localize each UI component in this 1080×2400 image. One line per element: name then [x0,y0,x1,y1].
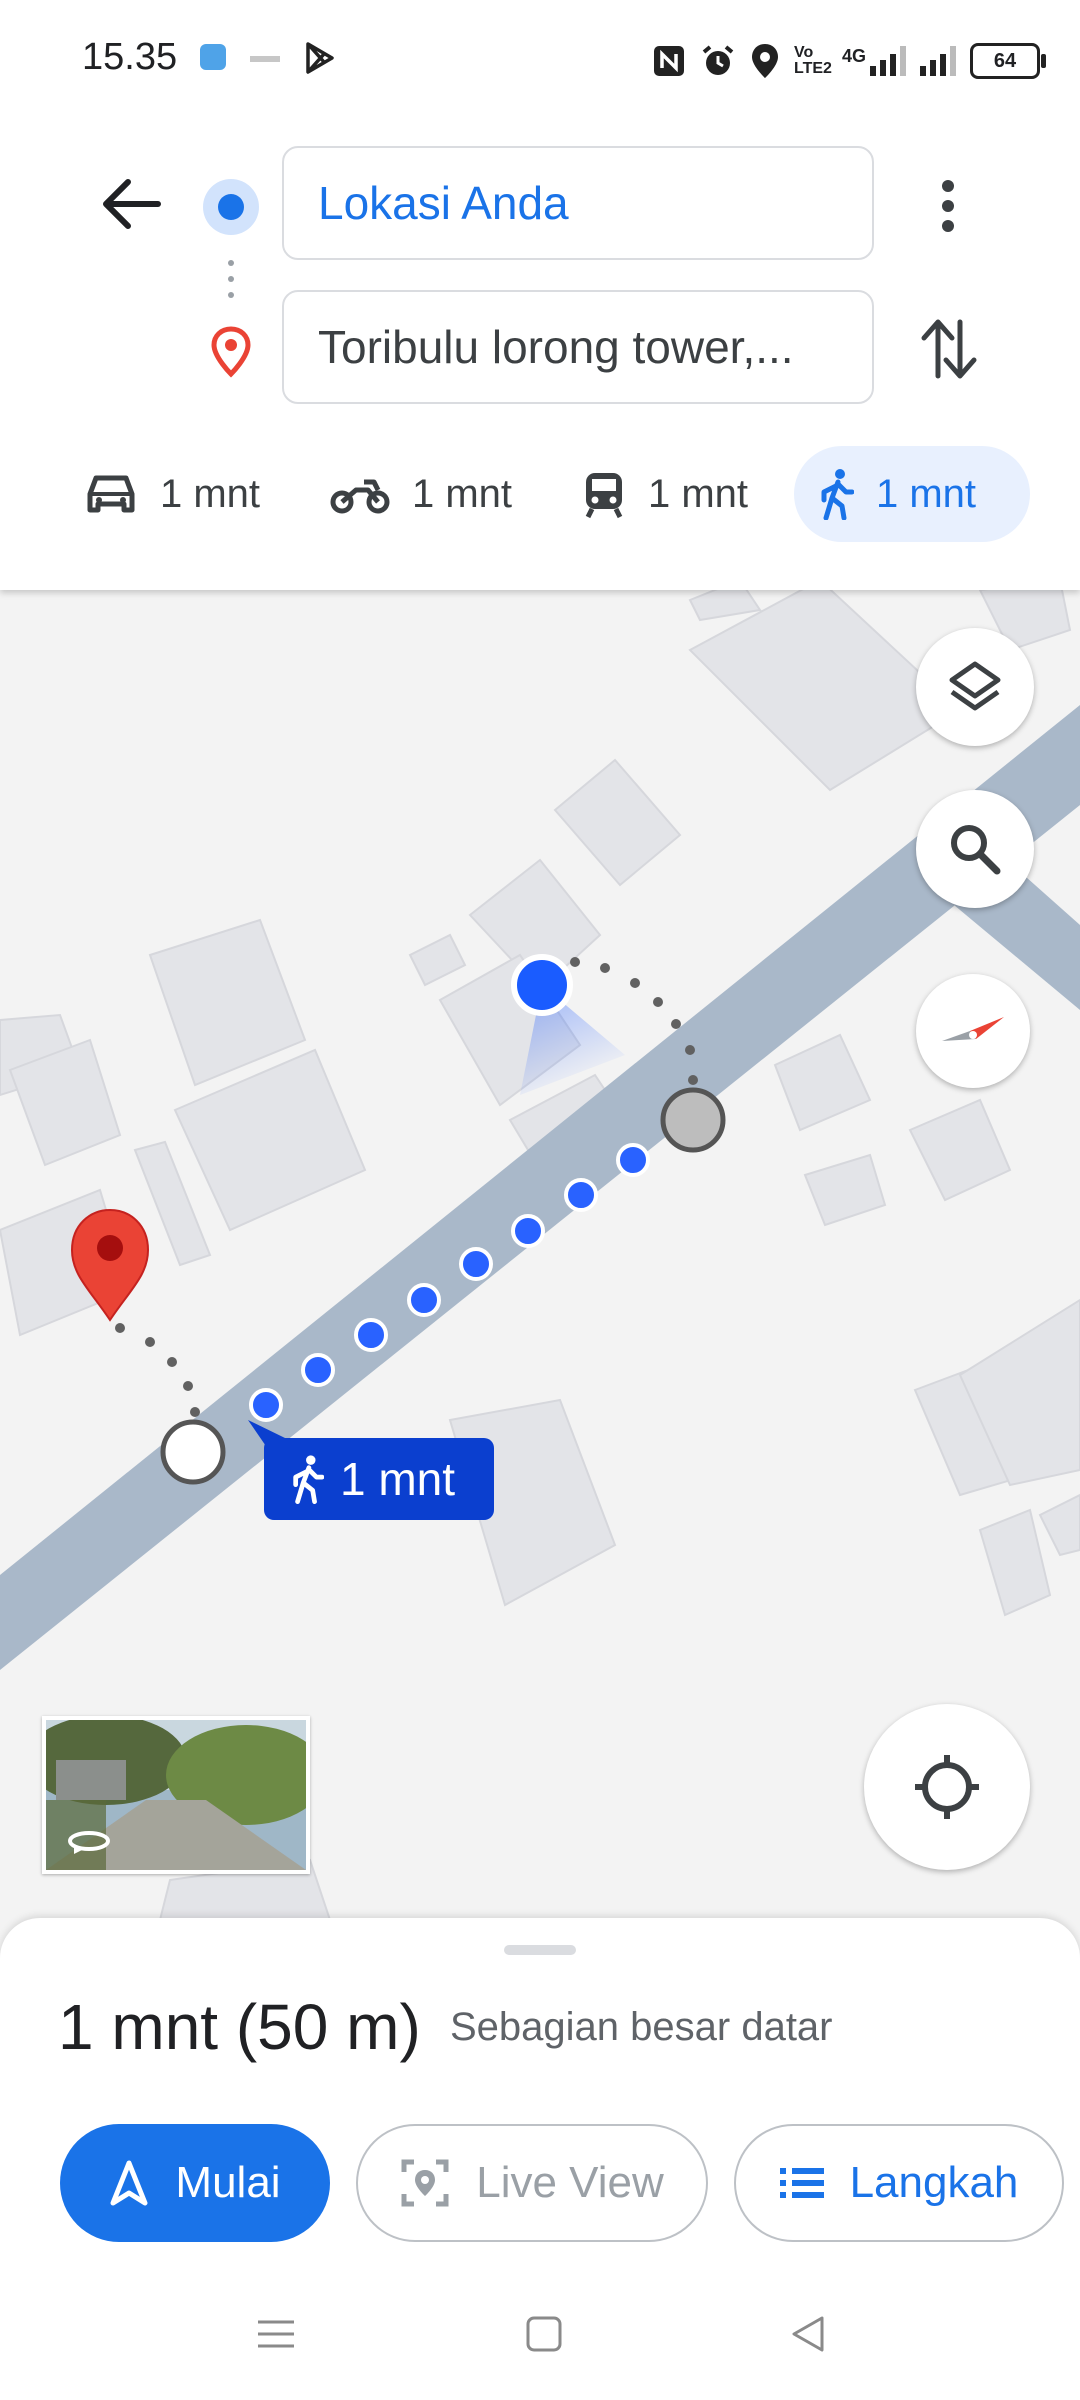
origin-input[interactable]: Lokasi Anda [282,146,874,260]
route-duration-distance: 1 mnt (50 m) [58,1991,421,2063]
route-terrain-note: Sebagian besar datar [450,2005,833,2049]
signal-icon-2 [920,46,956,76]
building [1038,1493,1080,1557]
walking-icon [293,1455,324,1504]
volte-icon: Vo LTE2 [793,44,832,77]
signal-icon: 4G [842,46,906,76]
building [908,1098,1012,1202]
current-location-dot [511,954,573,1016]
search-icon [951,825,1001,875]
live-view-button[interactable]: Live View [356,2124,708,2242]
status-bar: 15.35 Vo LTE2 4G 64 [0,0,1080,120]
route-time-label: 1 mnt [340,1453,456,1505]
steps-label: Langkah [849,2158,1019,2207]
mode-tab-walk[interactable]: 1 mnt [794,446,1030,542]
route-end-marker [660,1087,726,1153]
network-type-label: 4G [841,46,866,66]
building [688,590,762,622]
mode-motorcycle-time: 1 mnt [412,471,513,516]
building [408,933,467,987]
start-label: Mulai [175,2158,281,2207]
mode-transit-time: 1 mnt [648,471,749,516]
system-nav-bar [0,2270,1080,2400]
destination-input[interactable]: Toribulu lorong tower,... [282,290,874,404]
route-connector-dots [228,260,234,298]
start-button[interactable]: Mulai [60,2124,330,2242]
app-notification-icon [250,56,280,62]
mode-tab-motorcycle[interactable]: 1 mnt [306,446,536,542]
sheet-drag-handle[interactable] [504,1945,576,1955]
car-icon [87,475,135,513]
my-location-button[interactable] [864,1704,1030,1870]
battery-indicator: 64 [970,43,1046,79]
search-button[interactable] [916,790,1034,908]
back-arrow-icon[interactable] [100,176,164,232]
my-location-icon [915,1755,979,1819]
status-time: 15.35 [82,36,178,78]
destination-pin-icon [211,326,251,378]
live-view-label: Live View [476,2158,664,2207]
building [773,1033,872,1132]
home-icon[interactable] [524,2314,564,2354]
menu-icon[interactable] [256,2314,296,2354]
street-view-thumbnail[interactable] [26,1715,326,1874]
origin-dot-icon [203,179,259,235]
mode-car-time: 1 mnt [160,471,261,516]
building [148,918,307,1087]
compass-button[interactable] [916,974,1030,1088]
mode-walk-time: 1 mnt [876,471,977,516]
route-start-marker [160,1419,226,1485]
compass-icon [942,1017,1004,1041]
swap-icon[interactable] [918,316,980,382]
building [978,1508,1052,1617]
walking-icon [821,469,854,520]
app-notification-icon [200,44,226,70]
building [803,1153,887,1227]
motorcycle-icon [330,479,390,514]
rotate-360-icon [68,1831,110,1854]
mode-tab-transit[interactable]: 1 mnt [558,446,772,542]
transit-icon [585,473,623,519]
back-icon[interactable] [788,2314,828,2354]
layers-button[interactable] [916,628,1034,746]
nfc-icon [653,46,684,76]
play-store-icon [306,42,334,74]
location-icon [751,44,778,78]
navigation-arrow-icon [110,2160,148,2206]
route-time-badge[interactable]: 1 mnt [264,1438,494,1520]
list-icon [779,2168,824,2198]
status-icons: Vo LTE2 4G 64 [652,38,1046,84]
layers-icon [949,661,1001,711]
alarm-icon [702,45,734,75]
mode-tab-car[interactable]: 1 mnt [60,446,284,542]
live-view-icon [401,2159,449,2207]
steps-button[interactable]: Langkah [734,2124,1064,2242]
building [553,758,682,887]
more-options-icon[interactable] [936,176,960,236]
